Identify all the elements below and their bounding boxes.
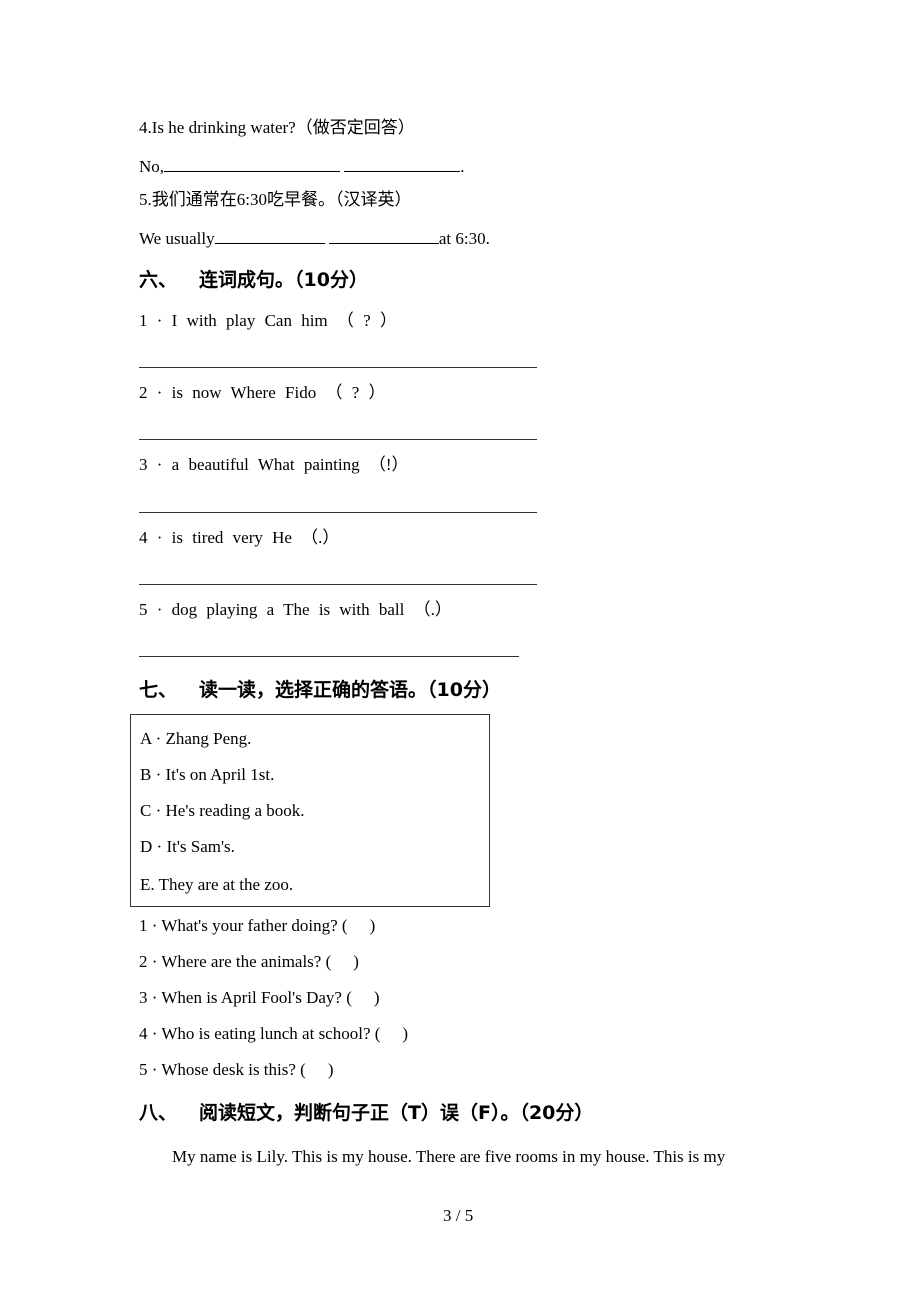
page-indicator: 3 / 5 (443, 1206, 474, 1225)
sentence-item-1: 1 · I with play Can him （ ? ） (139, 311, 397, 330)
question-text: 2 · Where are the animals? ( (139, 952, 332, 971)
question-5-5-answer-line: We usually at 6:30. (139, 228, 490, 249)
question-text: 3 · When is April Fool's Day? ( (139, 988, 352, 1007)
section-8-heading: 八、 阅读短文，判断句子正（T）误（F）。（20分） (139, 1101, 593, 1125)
option-a: A · Zhang Peng. (140, 729, 252, 748)
section-title: 阅读短文，判断句子正（T）误（F）。（20分） (199, 1102, 594, 1124)
answer-line-4[interactable] (139, 584, 537, 585)
section-7-heading: 七、 读一读，选择正确的答语。（10分） (139, 678, 501, 702)
answer-line-3[interactable] (139, 512, 537, 513)
answer-blank-1[interactable] (214, 228, 325, 244)
answer-line-2[interactable] (139, 439, 537, 440)
answer-line-5[interactable] (139, 656, 519, 657)
section-number: 六、 (139, 269, 178, 291)
sentence-item-3: 3 · a beautiful What painting （!） (139, 455, 409, 474)
close-paren: ) (369, 916, 376, 935)
answer-prefix: We usually (139, 229, 215, 248)
answer-suffix: . (460, 157, 465, 176)
option-b: B · It's on April 1st. (140, 765, 275, 784)
section-number: 七、 (139, 679, 178, 701)
question-text: 1 · What's your father doing? ( (139, 916, 348, 935)
reading-passage: My name is Lily. This is my house. There… (172, 1147, 726, 1166)
question-5-5-prompt: 5.我们通常在6:30吃早餐。（汉译英） (139, 190, 412, 209)
question-5-4-prompt: 4.Is he drinking water?（做否定回答） (139, 118, 415, 137)
match-question-5: 5 · Whose desk is this? () (139, 1060, 334, 1080)
close-paren: ) (402, 1024, 409, 1043)
answer-options-box: A · Zhang Peng. B · It's on April 1st. C… (130, 714, 490, 907)
question-5-4-answer-line: No, . (139, 156, 465, 177)
answer-blank-2[interactable] (328, 228, 439, 244)
sentence-item-4: 4 · is tired very He （.） (139, 528, 340, 547)
section-title: 连词成句。（10分） (199, 269, 368, 291)
match-question-2: 2 · Where are the animals? () (139, 952, 359, 972)
close-paren: ) (327, 1060, 334, 1079)
sentence-item-5: 5 · dog playing a The is with ball （.） (139, 600, 452, 619)
answer-blank-1[interactable] (164, 156, 341, 172)
match-question-1: 1 · What's your father doing? () (139, 916, 375, 936)
answer-line-1[interactable] (139, 367, 537, 368)
match-question-3: 3 · When is April Fool's Day? () (139, 988, 380, 1008)
answer-prefix: No, (139, 157, 165, 176)
question-text: 4 · Who is eating lunch at school? ( (139, 1024, 381, 1043)
match-question-4: 4 · Who is eating lunch at school? () (139, 1024, 408, 1044)
answer-suffix: at 6:30. (438, 229, 490, 248)
option-e: E. They are at the zoo. (140, 875, 294, 894)
section-6-heading: 六、 连词成句。（10分） (139, 268, 368, 292)
close-paren: ) (373, 988, 380, 1007)
close-paren: ) (353, 952, 359, 971)
option-d: D · It's Sam's. (140, 837, 235, 856)
question-text: 5 · Whose desk is this? ( (139, 1060, 306, 1079)
section-number: 八、 (139, 1102, 178, 1124)
sentence-item-2: 2 · is now Where Fido （ ? ） (139, 383, 386, 402)
section-title: 读一读，选择正确的答语。（10分） (199, 679, 501, 701)
option-c: C · He's reading a book. (140, 801, 305, 820)
answer-blank-2[interactable] (344, 156, 461, 172)
